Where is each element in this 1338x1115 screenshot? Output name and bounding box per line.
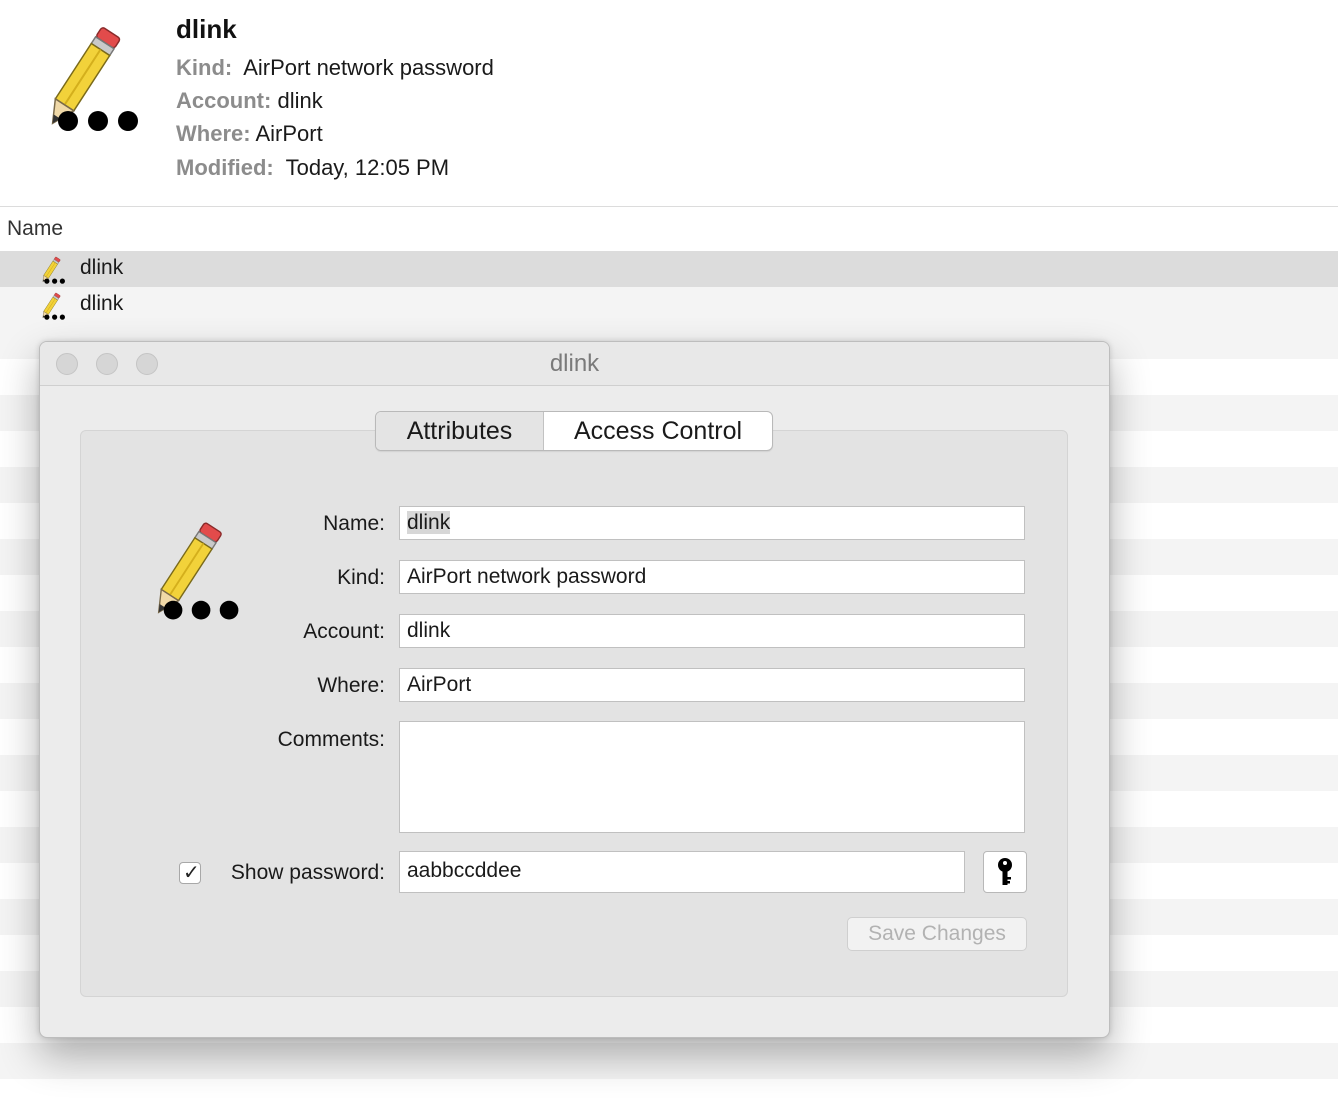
name-field-value: dlink: [407, 511, 451, 534]
window-titlebar[interactable]: dlink: [40, 342, 1109, 386]
kind-field[interactable]: AirPort network password: [399, 560, 1025, 594]
password-assistant-button[interactable]: [983, 851, 1027, 893]
tab-access-control[interactable]: Access Control: [544, 412, 772, 450]
empty-row: [0, 1043, 1338, 1079]
summary-account-label: Account:: [176, 88, 272, 113]
comments-label: Comments:: [277, 728, 385, 751]
summary-modified: Modified: Today, 12:05 PM: [176, 155, 449, 181]
pencil-password-icon: [34, 291, 68, 321]
pencil-password-icon: [132, 514, 244, 626]
password-field[interactable]: aabbccddee: [399, 851, 965, 893]
list-item[interactable]: dlink: [0, 287, 1338, 323]
column-header-name[interactable]: Name: [7, 217, 63, 241]
item-info-window[interactable]: dlink Attributes Access Control Name: dl…: [39, 341, 1110, 1038]
summary-where-value: AirPort: [255, 121, 323, 146]
show-password-checkbox[interactable]: ✓: [179, 862, 201, 884]
key-icon: [998, 858, 1012, 885]
summary-kind-label: Kind:: [176, 55, 233, 80]
list-column-header[interactable]: Name: [0, 207, 1338, 251]
pencil-password-icon: [24, 20, 144, 136]
where-field[interactable]: AirPort: [399, 668, 1025, 702]
summary-modified-value: Today, 12:05 PM: [285, 155, 450, 180]
summary-where: Where: AirPort: [176, 121, 323, 147]
summary-modified-label: Modified:: [176, 155, 274, 180]
pencil-password-icon: [34, 255, 68, 285]
tab-attributes[interactable]: Attributes: [376, 412, 544, 450]
summary-account-value: dlink: [277, 88, 323, 113]
empty-row: [0, 1079, 1338, 1115]
summary-kind: Kind: AirPort network password: [176, 55, 494, 81]
where-label: Where:: [317, 674, 385, 697]
summary-where-label: Where:: [176, 121, 251, 146]
checkmark-icon: ✓: [183, 862, 200, 884]
kind-label: Kind:: [337, 566, 385, 589]
tab-segmented-control[interactable]: Attributes Access Control: [375, 411, 773, 451]
account-label: Account:: [303, 620, 385, 643]
name-field[interactable]: dlink: [399, 506, 1025, 540]
list-item-label: dlink: [80, 256, 124, 279]
comments-field[interactable]: [399, 721, 1025, 833]
account-field[interactable]: dlink: [399, 614, 1025, 648]
name-label: Name:: [323, 512, 385, 535]
save-changes-button[interactable]: Save Changes: [847, 917, 1027, 951]
item-summary-header: dlink Kind: AirPort network password Acc…: [0, 0, 1338, 207]
item-title: dlink: [176, 14, 237, 44]
summary-kind-value: AirPort network password: [243, 55, 494, 80]
list-item-label: dlink: [80, 292, 124, 315]
list-item[interactable]: dlink: [0, 251, 1338, 287]
show-password-label[interactable]: Show password:: [231, 861, 385, 885]
summary-account: Account: dlink: [176, 88, 323, 114]
window-title: dlink: [549, 350, 600, 377]
